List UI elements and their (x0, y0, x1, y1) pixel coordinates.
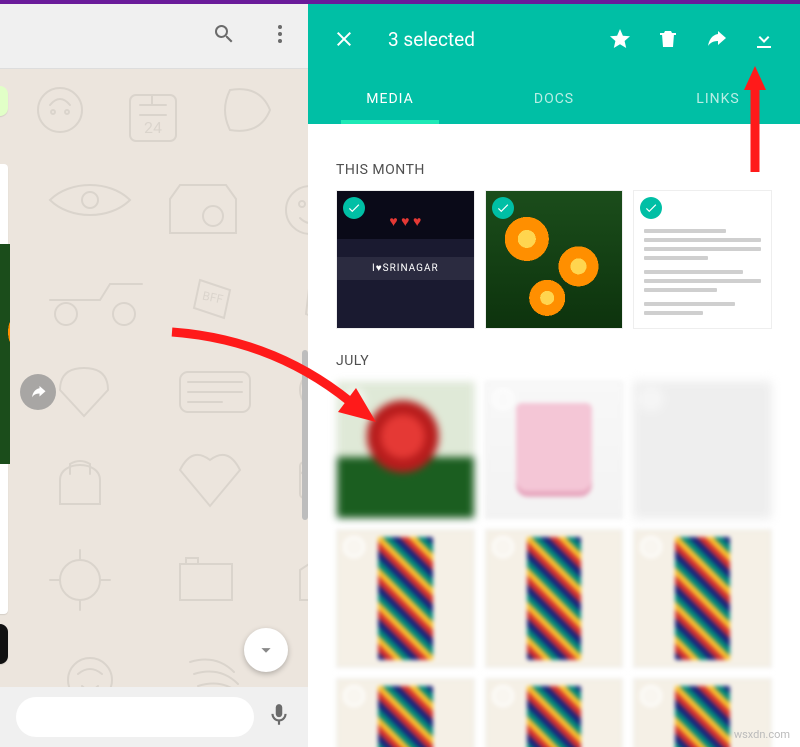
media-thumb[interactable] (336, 529, 475, 668)
menu-dots-icon[interactable] (268, 22, 292, 50)
unselected-check-icon[interactable] (343, 536, 365, 558)
section-header-july: JULY (336, 353, 772, 369)
message-dark-edge (0, 624, 8, 664)
media-thumb[interactable] (633, 381, 772, 520)
watermark: wsxdn.com (734, 728, 790, 741)
media-thumb[interactable] (485, 529, 624, 668)
chat-input-bar (0, 687, 308, 747)
forward-share-icon[interactable] (704, 27, 728, 51)
message-media-preview[interactable] (0, 244, 10, 464)
chat-panel: 24 BFF (0, 4, 308, 747)
grid-july (336, 381, 772, 747)
forward-icon[interactable] (20, 374, 56, 410)
media-thumb[interactable] (485, 190, 624, 329)
selected-check-icon[interactable] (343, 197, 365, 219)
mic-icon[interactable] (266, 702, 292, 732)
unselected-check-icon[interactable] (492, 685, 514, 707)
close-icon[interactable] (332, 27, 356, 51)
chat-header (0, 4, 308, 69)
media-thumb[interactable] (336, 381, 475, 520)
svg-text:BFF: BFF (201, 289, 225, 307)
unselected-check-icon[interactable] (492, 536, 514, 558)
app-container: 24 BFF (0, 4, 800, 747)
media-scroll-area[interactable]: THIS MONTH JULY (308, 124, 800, 747)
chat-scrollbar[interactable] (302, 350, 308, 520)
unselected-check-icon[interactable] (343, 388, 365, 410)
tab-label: LINKS (696, 91, 739, 107)
search-icon[interactable] (212, 22, 236, 50)
message-input[interactable] (16, 697, 254, 737)
grid-this-month (336, 190, 772, 329)
download-icon[interactable] (752, 27, 776, 51)
media-thumb[interactable] (633, 190, 772, 329)
media-tabs: MEDIA DOCS LINKS (308, 74, 800, 124)
media-thumb[interactable] (633, 529, 772, 668)
tab-links[interactable]: LINKS (636, 74, 800, 124)
media-panel: 3 selected MEDIA DOCS LINKS THIS MONTH (308, 4, 800, 747)
message-bubble-edge (0, 86, 8, 116)
selected-check-icon[interactable] (640, 197, 662, 219)
media-thumb[interactable] (336, 678, 475, 747)
star-icon[interactable] (608, 27, 632, 51)
unselected-check-icon[interactable] (640, 536, 662, 558)
tab-media[interactable]: MEDIA (308, 74, 472, 124)
tab-docs[interactable]: DOCS (472, 74, 636, 124)
media-thumb[interactable] (336, 190, 475, 329)
unselected-check-icon[interactable] (640, 685, 662, 707)
unselected-check-icon[interactable] (343, 685, 365, 707)
media-thumb[interactable] (485, 381, 624, 520)
tab-label: DOCS (534, 91, 574, 107)
section-header-this-month: THIS MONTH (336, 162, 772, 178)
selection-header: 3 selected (308, 4, 800, 74)
scroll-to-bottom-button[interactable] (244, 628, 288, 672)
selected-check-icon[interactable] (492, 197, 514, 219)
unselected-check-icon[interactable] (640, 388, 662, 410)
selection-count: 3 selected (388, 28, 584, 51)
svg-text:24: 24 (144, 118, 162, 137)
tab-label: MEDIA (366, 91, 413, 107)
delete-icon[interactable] (656, 27, 680, 51)
media-thumb[interactable] (485, 678, 624, 747)
unselected-check-icon[interactable] (492, 388, 514, 410)
